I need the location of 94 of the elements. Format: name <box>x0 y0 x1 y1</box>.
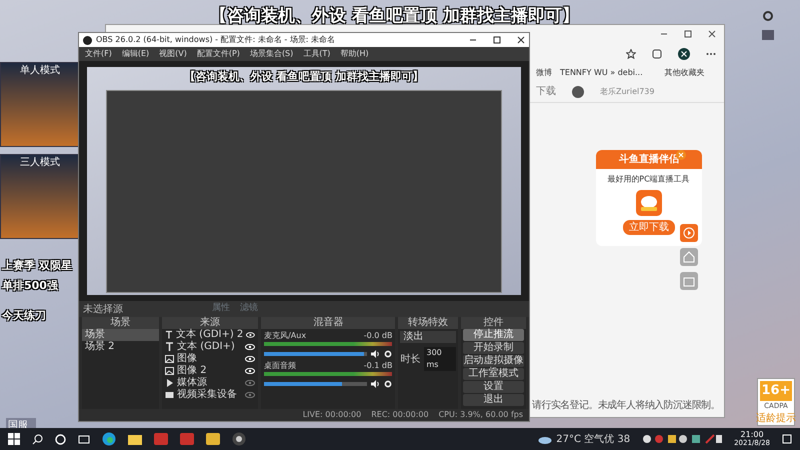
menu-item[interactable]: 帮助(H) <box>340 48 369 60</box>
volume-slider[interactable] <box>264 352 368 356</box>
tv-icon <box>680 272 698 290</box>
transition-select[interactable]: 淡出 <box>400 331 456 343</box>
control-button[interactable]: 退出 <box>462 394 524 406</box>
image-icon <box>165 366 174 376</box>
menu-item[interactable]: 编辑(E) <box>122 48 150 60</box>
browser-icon <box>102 432 116 446</box>
control-button[interactable]: 停止推流 <box>462 329 524 341</box>
age-rating: 16+ <box>760 381 792 400</box>
scene-item[interactable]: 场景 <box>82 329 160 341</box>
status-text: LIVE: 00:00:00 <box>302 409 362 421</box>
home-icon <box>680 248 698 266</box>
card-title: 三人模式 <box>20 156 60 170</box>
overlay-note: 单排500强 <box>2 278 58 294</box>
download-link[interactable]: 下载 <box>536 84 556 99</box>
speaker-icon <box>371 350 380 358</box>
dock-title: 场景 <box>82 317 160 329</box>
source-name[interactable]: 视频采集设备 <box>177 389 242 401</box>
menu-item[interactable]: 工具(T) <box>303 48 330 60</box>
notice-text: 请行实名登记。未成年人将纳入防沉迷限制。 <box>532 398 720 413</box>
menu-item[interactable]: 视图(V) <box>159 48 187 60</box>
preview-caption-text: 【咨询装机、外设 看鱼吧置顶 加群找主播即可】 <box>184 69 424 85</box>
status-text: CPU: 3.9%, 60.00 fps <box>438 409 523 421</box>
status-text: REC: 00:00:00 <box>371 409 429 421</box>
settings-icon <box>384 350 392 358</box>
collections-icon <box>652 49 662 59</box>
clock-time: 21:00 <box>740 430 765 439</box>
close-icon <box>708 30 716 38</box>
dock-title: 控件 <box>460 317 526 329</box>
user-avatar-icon <box>572 86 584 98</box>
channel-reading: -0.1 dB <box>364 360 392 372</box>
channel-name: 桌面音频 <box>264 360 296 372</box>
windows-start-icon <box>8 433 20 445</box>
channel-reading: -0.0 dB <box>364 330 392 342</box>
app-icon <box>154 433 168 445</box>
play-icon <box>680 224 698 242</box>
cloud-icon <box>538 434 552 444</box>
image-icon <box>165 354 174 364</box>
notification-icon <box>782 434 792 444</box>
control-button[interactable]: 启动虚拟摄像 <box>462 355 524 367</box>
dock-title: 混音器 <box>261 317 396 329</box>
maximize-icon <box>493 36 501 44</box>
scene-item[interactable]: 场景 2 <box>82 341 160 353</box>
more-icon <box>706 52 716 56</box>
menu-item[interactable]: 场景集合(S) <box>250 48 294 60</box>
menu-item[interactable]: 配置文件(P) <box>196 48 240 60</box>
settings-icon <box>384 380 392 388</box>
source-name[interactable]: 图像 2 <box>177 365 242 377</box>
control-button[interactable]: 设置 <box>462 381 524 393</box>
star-icon <box>626 49 636 59</box>
app-icon <box>83 36 92 44</box>
bookmark-folder[interactable]: 其他收藏夹 <box>664 67 705 79</box>
weather-text: 27°C 空气优 38 <box>556 432 630 446</box>
camera-icon <box>165 390 174 400</box>
bookmark-link[interactable]: 微博 <box>536 67 552 79</box>
control-button[interactable]: 开始录制 <box>462 342 524 354</box>
duration-field[interactable]: 300 ms <box>424 347 456 371</box>
profile-avatar-icon <box>678 48 690 60</box>
circle-icon <box>55 434 66 444</box>
folder-icon <box>128 433 142 445</box>
overlay-caption-text: 【咨询装机、外设 看鱼吧置顶 加群找主播即可】 <box>210 5 579 28</box>
task-view-icon <box>78 434 90 444</box>
popup-subtitle: 最好用的PC端直播工具 <box>608 174 690 186</box>
menu-item[interactable]: 文件(F) <box>85 48 112 60</box>
app-icon <box>206 433 220 445</box>
overlay-note: 今天练刀 <box>2 308 46 324</box>
close-icon <box>517 36 525 44</box>
channel-name: 麦克风/Aux <box>264 330 306 342</box>
media-icon <box>165 378 174 388</box>
app-icon <box>180 433 194 445</box>
volume-slider[interactable] <box>264 382 368 386</box>
dock-title: 来源 <box>162 317 258 329</box>
source-status: 未选择源 <box>83 302 124 316</box>
speaker-icon <box>371 380 380 388</box>
duration-label: 时长 <box>400 352 420 366</box>
card-title: 单人模式 <box>20 64 60 78</box>
app-logo-icon <box>636 190 662 216</box>
rating-caption: 适龄提示 <box>756 412 796 426</box>
source-name[interactable]: 文本 (GDI+) <box>177 341 242 353</box>
dock-title: 转场特效 <box>398 317 458 329</box>
text-icon <box>165 342 174 352</box>
control-button[interactable]: 工作室模式 <box>462 368 524 380</box>
overlay-note: 上赛季 双陨星 <box>2 258 72 274</box>
source-name[interactable]: 文本 (GDI+) 2 <box>176 329 244 341</box>
source-name[interactable]: 媒体源 <box>177 377 242 389</box>
search-icon <box>32 434 43 444</box>
record-app-icon <box>232 432 246 446</box>
settings-icon <box>762 10 774 22</box>
source-name[interactable]: 图像 <box>177 353 242 365</box>
text-icon <box>165 330 173 340</box>
bookmark-link[interactable]: TENNFY WU » debi... <box>560 67 643 79</box>
maximize-icon <box>684 30 692 38</box>
window-title: OBS 26.0.2 (64-bit, windows) - 配置文件: 未命名 - 场景: 未命名 <box>96 34 336 46</box>
